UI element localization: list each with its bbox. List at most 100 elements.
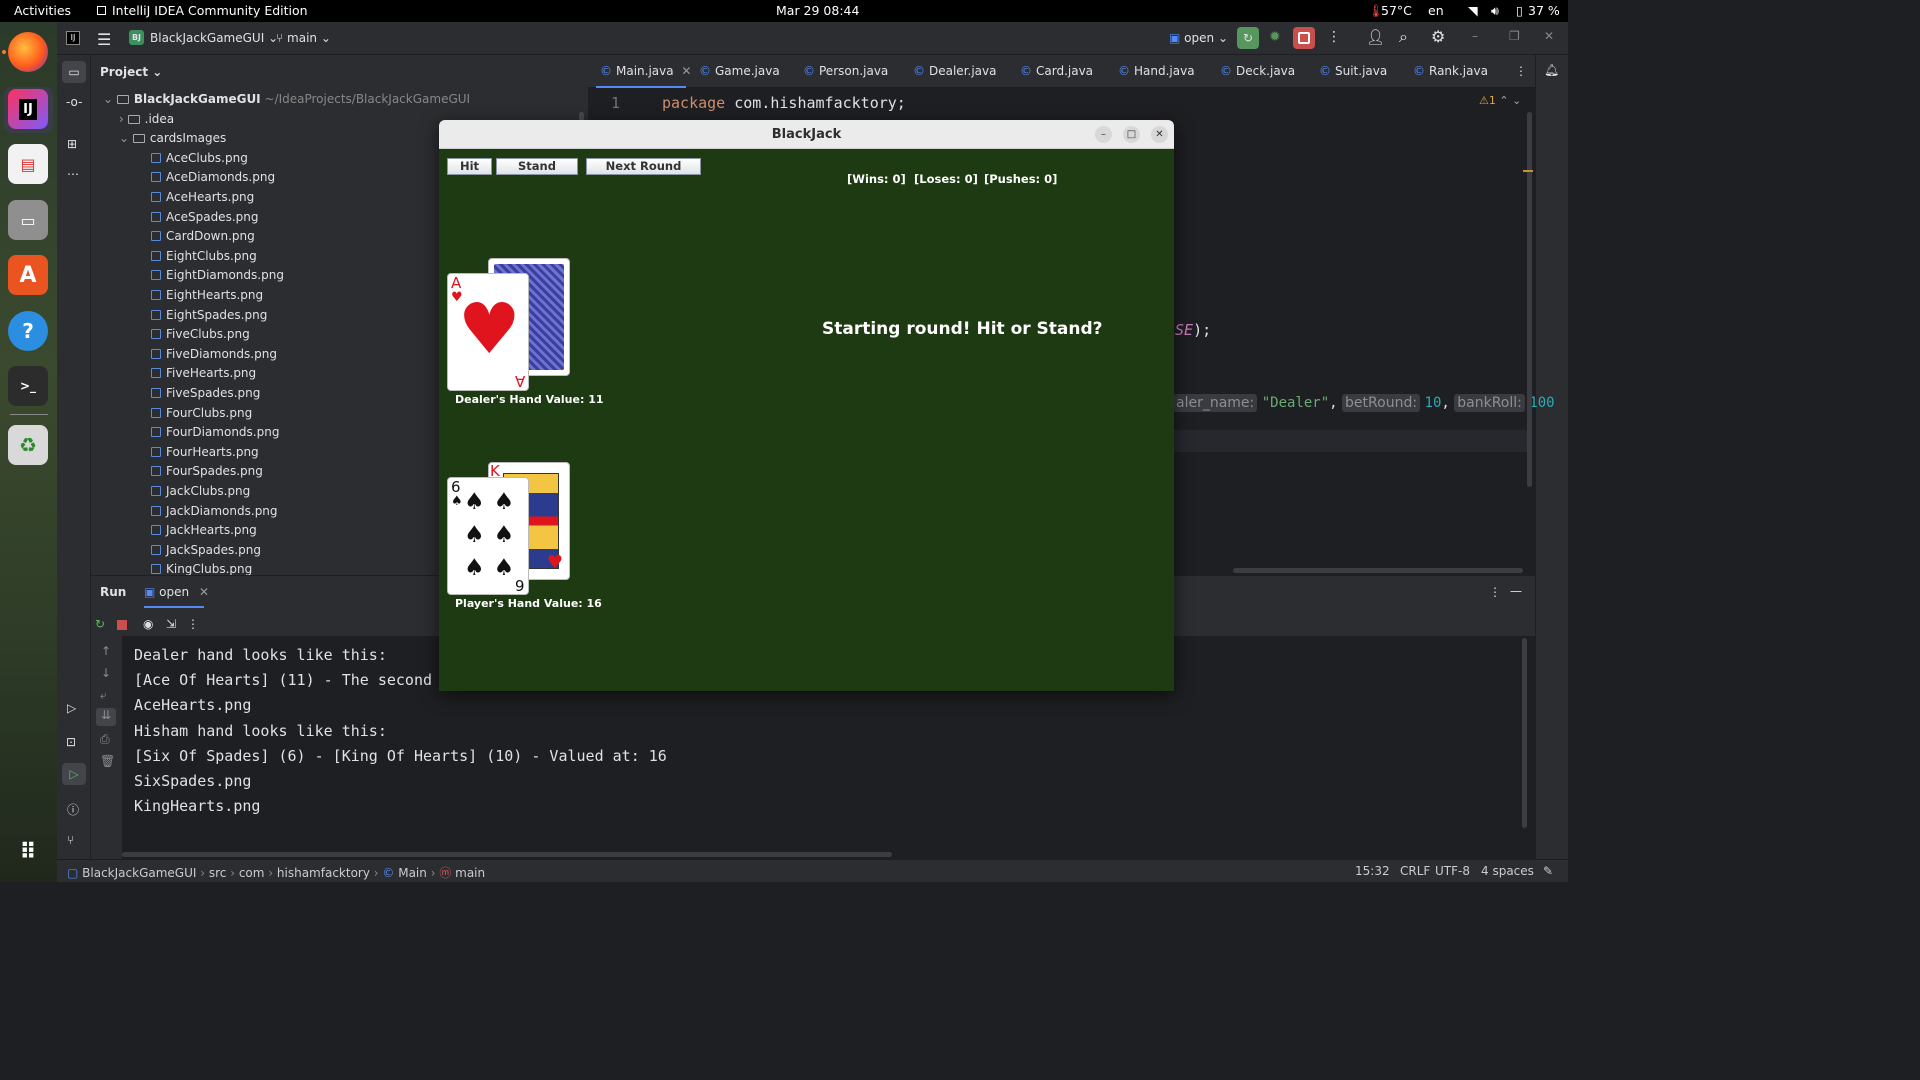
breadcrumb-item[interactable]: BlackJackGameGUI xyxy=(82,866,196,880)
tree-file[interactable]: JackDiamonds.png xyxy=(151,504,278,524)
breadcrumb-item[interactable]: src xyxy=(209,866,227,880)
tree-file[interactable]: JackSpades.png xyxy=(151,543,261,563)
clock[interactable]: Mar 29 08:44 xyxy=(776,3,859,18)
tree-file[interactable]: FiveSpades.png xyxy=(151,386,260,406)
file-encoding[interactable]: UTF-8 xyxy=(1435,864,1470,878)
tree-file[interactable]: CardDown.png xyxy=(151,229,255,249)
branch-switcher[interactable]: ⑂ main ⌄ xyxy=(276,31,331,45)
activities-button[interactable]: Activities xyxy=(14,3,71,18)
tree-file[interactable]: FiveDiamonds.png xyxy=(151,347,277,367)
volume-icon[interactable]: 🔊︎ xyxy=(1491,3,1499,19)
tree-file[interactable]: AceDiamonds.png xyxy=(151,170,275,190)
git-icon[interactable]: ⑂ xyxy=(67,833,74,847)
tree-file[interactable]: EightDiamonds.png xyxy=(151,268,284,288)
rerun-icon[interactable]: ↻ xyxy=(95,617,105,631)
terminal-icon[interactable]: >_ xyxy=(8,366,48,406)
wifi-icon[interactable]: ◥ xyxy=(1468,3,1478,18)
run-tab-open[interactable]: ▣ open ✕ xyxy=(144,585,209,599)
tree-file[interactable]: KingClubs.png xyxy=(151,562,252,575)
tree-file[interactable]: EightSpades.png xyxy=(151,308,267,328)
tree-file[interactable]: JackClubs.png xyxy=(151,484,250,504)
breadcrumb-item[interactable]: com xyxy=(239,866,265,880)
scroll-to-end-icon[interactable]: ⇊ xyxy=(96,708,116,726)
hit-button[interactable]: Hit xyxy=(447,158,492,175)
editor-h-scrollbar[interactable] xyxy=(1233,568,1523,573)
tree-file[interactable]: FiveHearts.png xyxy=(151,366,256,386)
caret-position[interactable]: 15:32 xyxy=(1355,864,1390,878)
close-icon[interactable]: ✕ xyxy=(1151,126,1168,143)
console-scrollbar[interactable] xyxy=(1522,638,1527,828)
minimize-icon[interactable]: – xyxy=(1472,29,1478,43)
more-icon[interactable]: ⋮ xyxy=(187,617,199,631)
app-menu[interactable]: IntelliJ IDEA Community Edition xyxy=(97,3,308,18)
next-round-button[interactable]: Next Round xyxy=(586,158,701,175)
tree-file[interactable]: FourHearts.png xyxy=(151,445,259,465)
battery-icon[interactable]: ▯ xyxy=(1516,3,1523,18)
minimize-icon[interactable]: – xyxy=(1095,126,1112,143)
editor-tab[interactable]: © Hand.java xyxy=(1118,64,1195,78)
document-viewer-icon[interactable]: ▤ xyxy=(8,144,48,184)
tree-file[interactable]: JackHearts.png xyxy=(151,523,257,543)
more-options-icon[interactable]: ⋮ xyxy=(1489,585,1501,599)
stop-button[interactable] xyxy=(1293,27,1315,49)
project-panel-header[interactable]: Project ⌄ xyxy=(100,65,162,79)
files-icon[interactable]: ▭ xyxy=(8,200,48,240)
hamburger-menu-icon[interactable]: ☰ xyxy=(97,30,111,49)
tree-file[interactable]: EightHearts.png xyxy=(151,288,263,308)
line-separator[interactable]: CRLF xyxy=(1400,864,1430,878)
services-icon[interactable]: ▷ xyxy=(67,701,76,715)
console-h-scrollbar[interactable] xyxy=(122,852,892,857)
close-tab-icon[interactable]: ✕ xyxy=(199,585,209,599)
close-icon[interactable]: ✕ xyxy=(1544,29,1554,43)
read-only-lock-icon[interactable]: ✎ xyxy=(1543,864,1553,878)
settings-gear-icon[interactable]: ⚙ xyxy=(1431,27,1445,46)
restore-icon[interactable]: ❐ xyxy=(1509,29,1520,43)
more-actions-icon[interactable]: ⋮ xyxy=(1327,29,1341,45)
debug-icon[interactable]: ✹ xyxy=(1269,29,1281,45)
project-switcher[interactable]: BlackJackGameGUI ⌄ xyxy=(150,31,278,45)
editor-tab[interactable]: © Dealer.java xyxy=(913,64,996,78)
tree-file[interactable]: AceSpades.png xyxy=(151,210,258,230)
notifications-icon[interactable]: 🔔︎ xyxy=(1544,63,1559,77)
editor-tab[interactable]: © Suit.java xyxy=(1319,64,1387,78)
clear-trash-icon[interactable]: 🗑︎ xyxy=(100,754,115,768)
warnings-indicator[interactable]: ⚠1 ⌃ ⌄ xyxy=(1479,94,1521,107)
commit-icon[interactable]: -o- xyxy=(66,95,82,109)
breadcrumb-item[interactable]: hishamfacktory xyxy=(277,866,370,880)
editor-scrollbar[interactable] xyxy=(1527,112,1532,487)
maximize-icon[interactable]: □ xyxy=(1123,126,1140,143)
tree-file[interactable]: FourSpades.png xyxy=(151,464,263,484)
run-tab-title[interactable]: Run xyxy=(100,585,126,599)
keyboard-layout[interactable]: en xyxy=(1428,3,1444,18)
help-icon[interactable]: ? xyxy=(8,311,48,351)
tree-file[interactable]: FiveClubs.png xyxy=(151,327,250,347)
project-folder-icon[interactable]: ▭ xyxy=(62,61,86,83)
soft-wrap-icon[interactable]: ⤶ xyxy=(100,688,107,703)
more-tools-icon[interactable]: ⋯ xyxy=(67,167,79,181)
tree-root[interactable]: ⌄ BlackJackGameGUI ~/IdeaProjects/BlackJ… xyxy=(103,92,470,112)
breadcrumb-item[interactable]: main xyxy=(455,866,485,880)
editor-tab[interactable]: © Game.java xyxy=(699,64,780,78)
editor-tab[interactable]: © Person.java xyxy=(803,64,888,78)
tree-file[interactable]: AceHearts.png xyxy=(151,190,254,210)
run-tool-icon[interactable]: ▷ xyxy=(62,763,86,785)
tree-file[interactable]: FourClubs.png xyxy=(151,406,252,426)
tree-file[interactable]: FourDiamonds.png xyxy=(151,425,279,445)
tree-file[interactable]: AceClubs.png xyxy=(151,151,248,171)
structure-icon[interactable]: ⊞ xyxy=(67,137,77,151)
rerun-icon[interactable]: ↻ xyxy=(1237,27,1259,49)
stop-icon[interactable] xyxy=(117,620,127,630)
intellij-dock-icon[interactable]: IJ xyxy=(8,89,48,129)
editor-tab[interactable]: © Rank.java xyxy=(1413,64,1488,78)
app-grid-icon[interactable]: ⠿ xyxy=(8,832,48,872)
hide-panel-icon[interactable]: — xyxy=(1510,584,1522,598)
firefox-icon[interactable] xyxy=(8,32,48,72)
editor-tab[interactable]: © Main.java ✕ xyxy=(596,64,691,88)
search-icon[interactable]: ⌕ xyxy=(1399,27,1408,47)
print-icon[interactable]: ⎙ xyxy=(100,732,110,747)
trash-icon[interactable]: ♻ xyxy=(8,425,48,465)
add-user-icon[interactable]: 👤︎ xyxy=(1366,28,1385,46)
tree-folder-idea[interactable]: › .idea xyxy=(119,112,174,132)
breadcrumb-item[interactable]: Main xyxy=(398,866,427,880)
blackjack-titlebar[interactable]: BlackJack xyxy=(439,120,1174,149)
